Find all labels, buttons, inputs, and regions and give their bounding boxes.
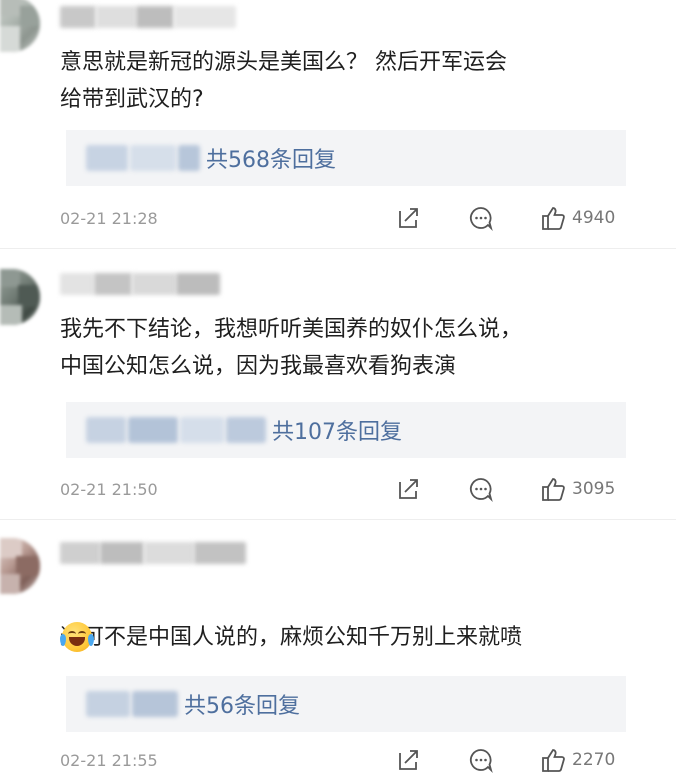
comment-item: 意思就是新冠的源头是美国么？ 然后开军运会 给带到武汉的? 共568条回复 02… [0, 0, 676, 248]
username-blurred [136, 6, 174, 28]
like-button[interactable]: 4940 [540, 205, 615, 231]
replier-names-blurred [178, 145, 200, 171]
replier-names-blurred [128, 417, 178, 443]
username-blurred [144, 542, 194, 564]
replier-names-blurred [86, 145, 128, 171]
timestamp: 02-21 21:28 [60, 208, 158, 228]
timestamp: 02-21 21:50 [60, 479, 158, 499]
share-icon[interactable] [396, 476, 422, 502]
username-blurred [100, 542, 144, 564]
reply-count-link[interactable]: 共56条回复 [184, 688, 300, 720]
username-blurred [174, 6, 236, 28]
like-button[interactable]: 3095 [540, 476, 615, 502]
comment-text: 这可不是中国人说的，麻烦公知千万别上来就喷 [60, 582, 522, 656]
comment-item: 我先不下结论，我想听听美国养的奴仆怎么说， 中国公知怎么说，因为我最喜欢看狗表演… [0, 249, 676, 519]
username-blurred [60, 6, 96, 28]
comment-text: 我先不下结论，我想听听美国养的奴仆怎么说， 中国公知怎么说，因为我最喜欢看狗表演 [60, 317, 523, 379]
username[interactable] [60, 4, 236, 30]
like-count: 2270 [572, 750, 616, 770]
avatar[interactable] [0, 0, 40, 52]
share-icon[interactable] [396, 205, 422, 231]
username-blurred [60, 542, 100, 564]
replier-names-blurred [132, 691, 178, 717]
replier-names-blurred [226, 417, 266, 443]
comment-meta: 02-21 21:50 3095 [60, 469, 616, 509]
laugh-cry-emoji [60, 622, 94, 652]
avatar[interactable] [0, 269, 40, 325]
username-blurred [60, 273, 94, 295]
like-count: 4940 [572, 208, 616, 228]
like-icon [540, 747, 566, 773]
username-blurred [176, 273, 220, 295]
share-icon[interactable] [396, 747, 422, 773]
avatar[interactable] [0, 538, 40, 594]
comment-icon[interactable] [468, 476, 494, 503]
username[interactable] [60, 540, 246, 566]
like-icon [540, 476, 566, 502]
replier-names-blurred [180, 417, 224, 443]
comment-text: 意思就是新冠的源头是美国么？ 然后开军运会 给带到武汉的? [60, 50, 507, 112]
username-blurred [94, 273, 132, 295]
comment-text-body: 这可不是中国人说的，麻烦公知千万别上来就喷 [60, 625, 523, 650]
comment-meta: 02-21 21:55 2270 [60, 740, 616, 780]
reply-summary[interactable]: 共568条回复 [66, 130, 626, 186]
comment-icon[interactable] [468, 205, 494, 232]
username-blurred [96, 6, 136, 28]
comment-icon[interactable] [468, 747, 494, 774]
emoji-line [60, 622, 94, 652]
reply-summary[interactable]: 共107条回复 [66, 402, 626, 458]
like-button[interactable]: 2270 [540, 747, 615, 773]
replier-names-blurred [86, 417, 126, 443]
replier-names-blurred [130, 145, 176, 171]
reply-count-link[interactable]: 共568条回复 [206, 142, 336, 174]
like-icon [540, 205, 566, 231]
username[interactable] [60, 271, 220, 297]
username-blurred [132, 273, 176, 295]
timestamp: 02-21 21:55 [60, 750, 158, 770]
like-count: 3095 [572, 479, 616, 499]
reply-count-link[interactable]: 共107条回复 [272, 414, 402, 446]
replier-names-blurred [86, 691, 130, 717]
username-blurred [194, 542, 246, 564]
reply-summary[interactable]: 共56条回复 [66, 676, 626, 732]
comment-meta: 02-21 21:28 4940 [60, 198, 616, 238]
comment-item: 这可不是中国人说的，麻烦公知千万别上来就喷 共56条回复 02-21 21:55… [0, 520, 676, 783]
